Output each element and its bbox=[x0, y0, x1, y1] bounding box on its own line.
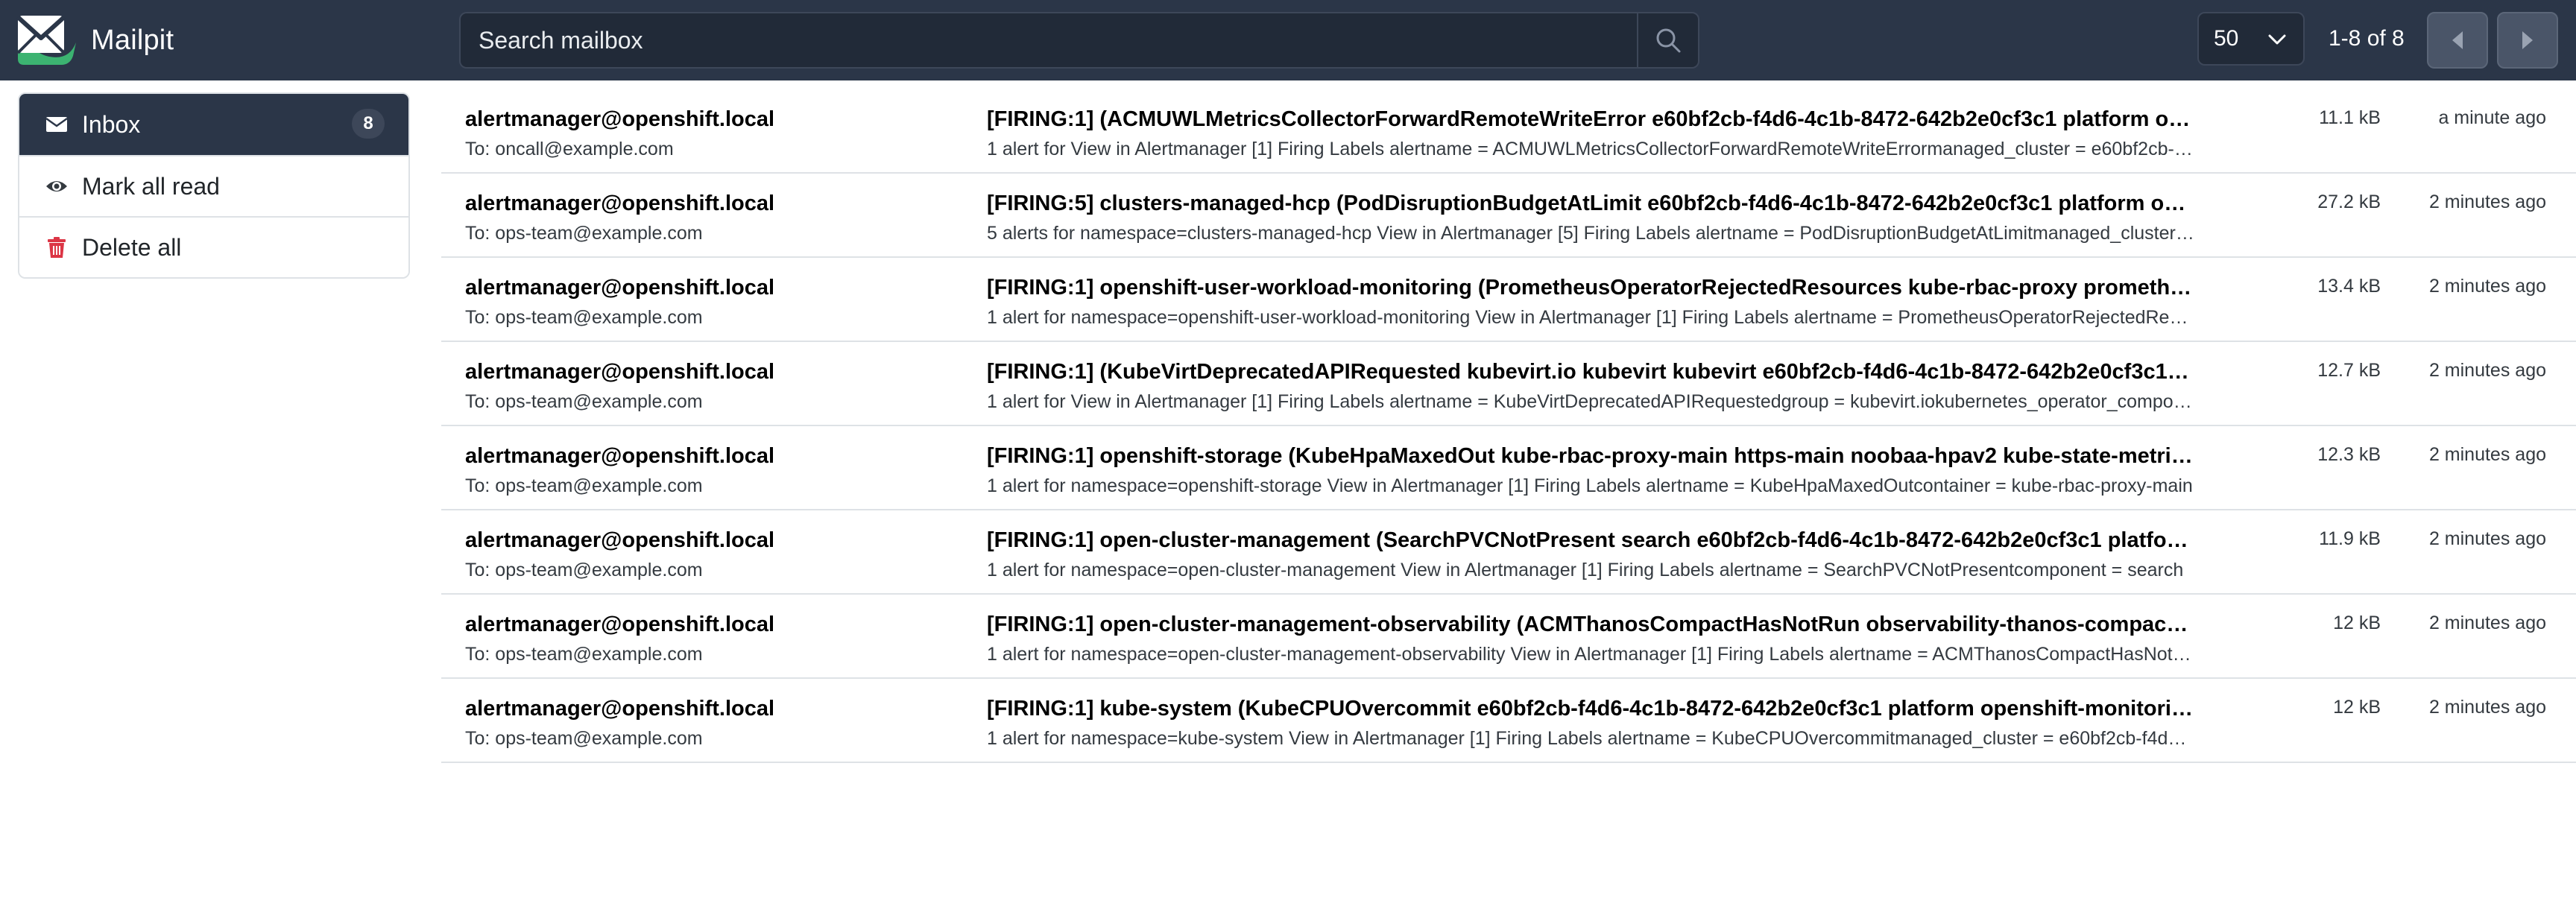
message-subject: [FIRING:1] openshift-user-workload-monit… bbox=[987, 276, 2194, 300]
message-to: To: ops-team@example.com bbox=[465, 728, 703, 749]
per-page-select[interactable]: 50 bbox=[2197, 12, 2305, 66]
message-from: alertmanager@openshift.local bbox=[465, 528, 775, 552]
message-subject: [FIRING:1] open-cluster-management-obser… bbox=[987, 613, 2194, 636]
message-from: alertmanager@openshift.local bbox=[465, 107, 775, 131]
sidebar-item-delete-all[interactable]: Delete all bbox=[19, 216, 408, 277]
message-row[interactable]: alertmanager@openshift.local To: ops-tea… bbox=[441, 595, 2576, 679]
message-time: 2 minutes ago bbox=[2428, 444, 2546, 465]
mailpit-logo-icon bbox=[16, 15, 76, 65]
message-to: To: ops-team@example.com bbox=[465, 560, 703, 580]
message-row[interactable]: alertmanager@openshift.local To: ops-tea… bbox=[441, 679, 2576, 763]
message-row[interactable]: alertmanager@openshift.local To: ops-tea… bbox=[441, 174, 2576, 258]
envelope-icon bbox=[45, 113, 69, 136]
message-from: alertmanager@openshift.local bbox=[465, 444, 775, 468]
app-name: Mailpit bbox=[91, 24, 174, 56]
previous-page-button[interactable] bbox=[2427, 12, 2488, 69]
message-row[interactable]: alertmanager@openshift.local To: ops-tea… bbox=[441, 342, 2576, 426]
message-subject: [FIRING:1] (KubeVirtDeprecatedAPIRequest… bbox=[987, 360, 2194, 384]
message-snippet: 1 alert for View in Alertmanager [1] Fir… bbox=[987, 391, 2194, 412]
sidebar-item-label: Inbox bbox=[82, 110, 141, 138]
sidebar-item-label: Mark all read bbox=[82, 172, 220, 200]
pagination-info: 1-8 of 8 bbox=[2329, 26, 2405, 51]
message-row[interactable]: alertmanager@openshift.local To: oncall@… bbox=[441, 89, 2576, 174]
message-time: 2 minutes ago bbox=[2428, 276, 2546, 297]
caret-left-icon bbox=[2452, 31, 2463, 49]
message-subject: [FIRING:1] openshift-storage (KubeHpaMax… bbox=[987, 444, 2194, 468]
message-size: 12 kB bbox=[2333, 697, 2381, 718]
message-snippet: 5 alerts for namespace=clusters-managed-… bbox=[987, 223, 2194, 244]
message-from: alertmanager@openshift.local bbox=[465, 192, 775, 215]
message-to: To: oncall@example.com bbox=[465, 139, 674, 159]
message-to: To: ops-team@example.com bbox=[465, 223, 703, 244]
brand-link[interactable]: Mailpit bbox=[16, 7, 174, 73]
message-row[interactable]: alertmanager@openshift.local To: ops-tea… bbox=[441, 426, 2576, 510]
sidebar-item-label: Delete all bbox=[82, 233, 182, 261]
message-snippet: 1 alert for namespace=open-cluster-manag… bbox=[987, 560, 2184, 580]
next-page-button[interactable] bbox=[2497, 12, 2558, 69]
message-time: 2 minutes ago bbox=[2428, 192, 2546, 212]
caret-right-icon bbox=[2522, 31, 2533, 49]
message-size: 13.4 kB bbox=[2317, 276, 2381, 297]
chevron-down-icon bbox=[2268, 34, 2286, 45]
message-from: alertmanager@openshift.local bbox=[465, 697, 775, 721]
message-from: alertmanager@openshift.local bbox=[465, 276, 775, 300]
sidebar-item-mark-all-read[interactable]: Mark all read bbox=[19, 155, 408, 216]
search-input[interactable] bbox=[459, 12, 1637, 69]
message-size: 11.1 kB bbox=[2319, 107, 2381, 128]
message-to: To: ops-team@example.com bbox=[465, 307, 703, 328]
message-subject: [FIRING:1] kube-system (KubeCPUOvercommi… bbox=[987, 697, 2194, 721]
message-to: To: ops-team@example.com bbox=[465, 644, 703, 665]
unread-count-badge: 8 bbox=[352, 109, 385, 139]
message-size: 12.7 kB bbox=[2317, 360, 2381, 381]
message-to: To: ops-team@example.com bbox=[465, 475, 703, 496]
message-row[interactable]: alertmanager@openshift.local To: ops-tea… bbox=[441, 258, 2576, 342]
message-size: 27.2 kB bbox=[2317, 192, 2381, 212]
message-subject: [FIRING:1] (ACMUWLMetricsCollectorForwar… bbox=[987, 107, 2194, 131]
message-to: To: ops-team@example.com bbox=[465, 391, 703, 412]
trash-icon bbox=[45, 235, 69, 259]
eye-icon bbox=[45, 174, 69, 198]
message-snippet: 1 alert for namespace=kube-system View i… bbox=[987, 728, 2194, 749]
search-button[interactable] bbox=[1637, 12, 1699, 69]
message-size: 12.3 kB bbox=[2317, 444, 2381, 465]
message-time: 2 minutes ago bbox=[2428, 528, 2546, 549]
message-subject: [FIRING:1] open-cluster-management (Sear… bbox=[987, 528, 2194, 552]
sidebar-menu: Inbox 8 Mark all read Delete all bbox=[18, 92, 410, 279]
message-snippet: 1 alert for View in Alertmanager [1] Fir… bbox=[987, 139, 2194, 159]
message-time: 2 minutes ago bbox=[2428, 613, 2546, 633]
message-time: 2 minutes ago bbox=[2428, 697, 2546, 718]
message-snippet: 1 alert for namespace=openshift-storage … bbox=[987, 475, 2193, 496]
per-page-value: 50 bbox=[2214, 26, 2239, 51]
message-time: 2 minutes ago bbox=[2428, 360, 2546, 381]
message-subject: [FIRING:5] clusters-managed-hcp (PodDisr… bbox=[987, 192, 2194, 215]
message-from: alertmanager@openshift.local bbox=[465, 360, 775, 384]
message-size: 11.9 kB bbox=[2319, 528, 2381, 549]
message-list: alertmanager@openshift.local To: oncall@… bbox=[441, 89, 2576, 763]
message-snippet: 1 alert for namespace=open-cluster-manag… bbox=[987, 644, 2194, 665]
message-row[interactable]: alertmanager@openshift.local To: ops-tea… bbox=[441, 510, 2576, 595]
message-from: alertmanager@openshift.local bbox=[465, 613, 775, 636]
search-icon bbox=[1656, 28, 1681, 53]
message-snippet: 1 alert for namespace=openshift-user-wor… bbox=[987, 307, 2194, 328]
message-size: 12 kB bbox=[2333, 613, 2381, 633]
message-time: a minute ago bbox=[2438, 107, 2546, 128]
search-bar bbox=[459, 12, 1699, 69]
top-navbar: Mailpit 50 1-8 of 8 bbox=[0, 0, 2576, 80]
sidebar-item-inbox[interactable]: Inbox 8 bbox=[19, 94, 408, 155]
